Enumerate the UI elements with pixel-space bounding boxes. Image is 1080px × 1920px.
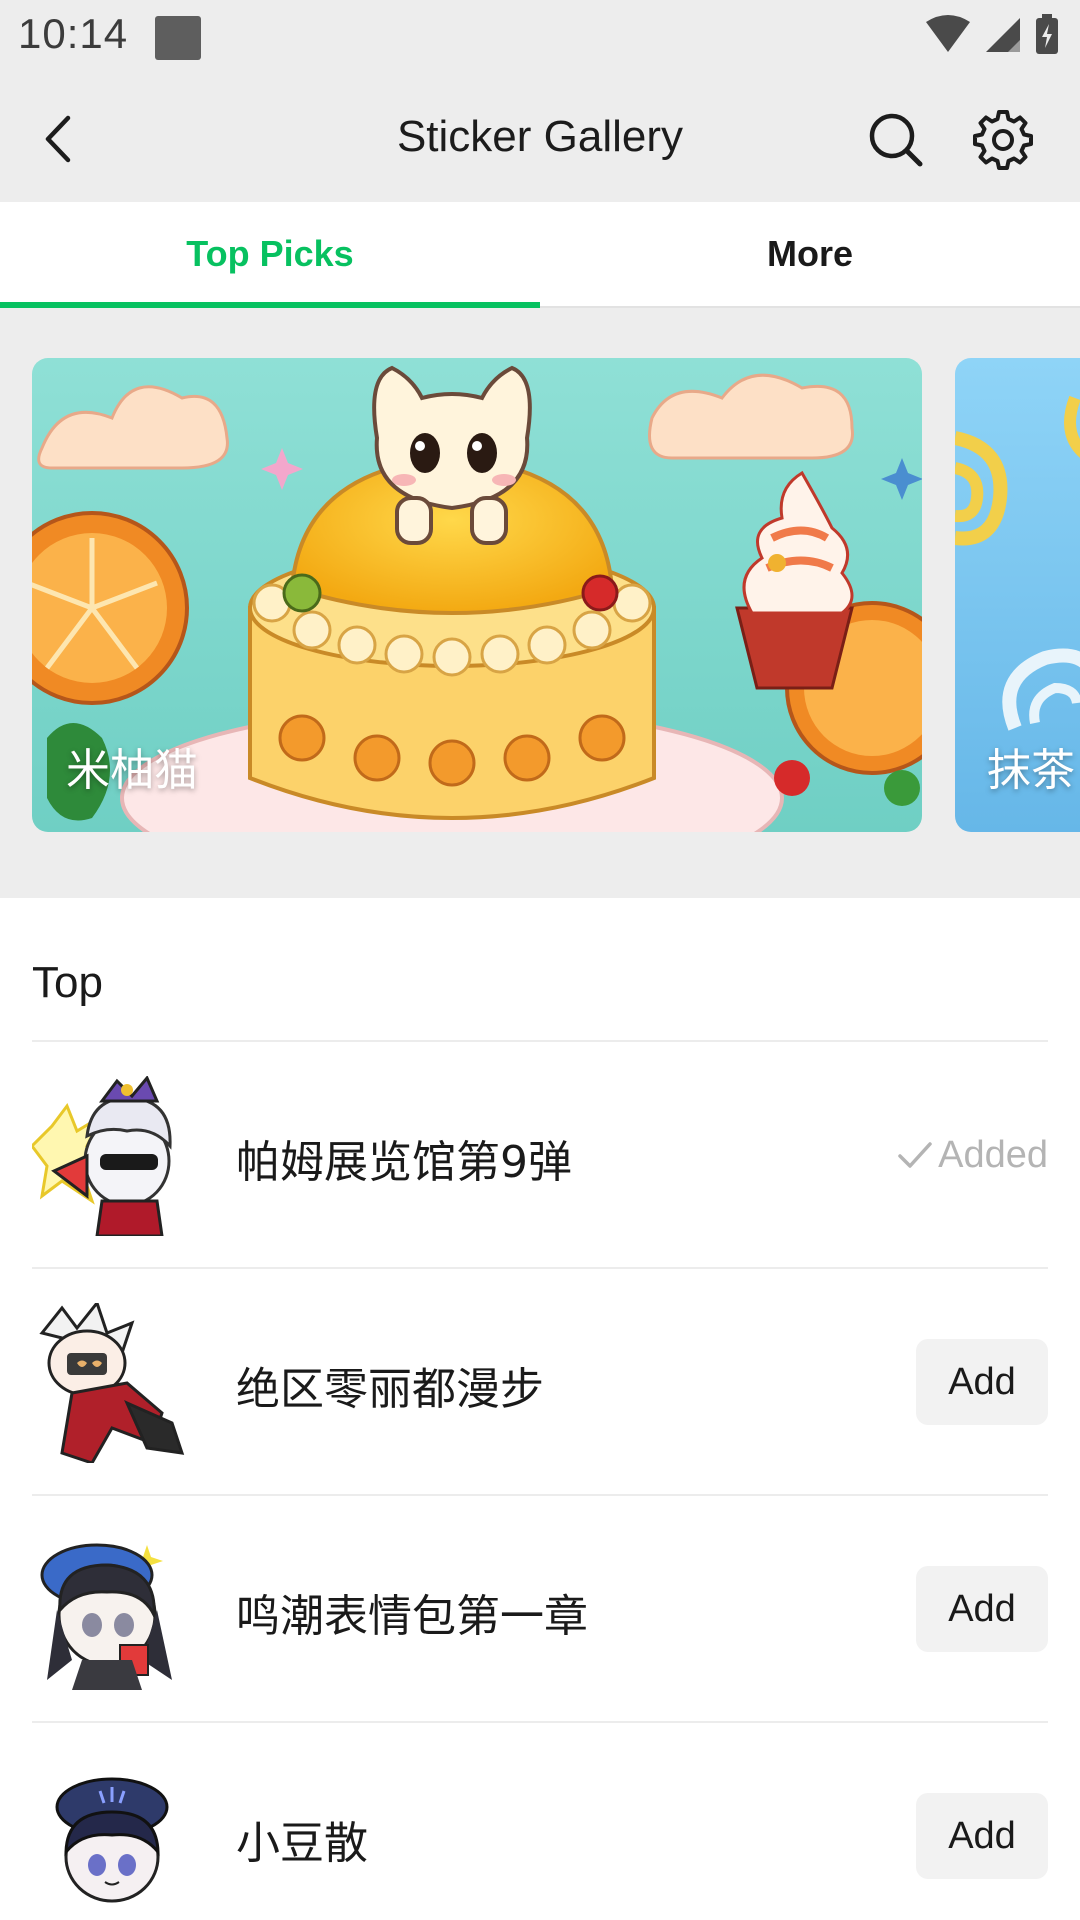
tab-bar: Top Picks More [0, 202, 1080, 308]
signal-icon [986, 18, 1020, 52]
checkmark-icon [898, 1142, 932, 1168]
list-item[interactable]: 绝区零丽都漫步 Add [0, 1269, 1080, 1496]
list-item[interactable]: 鸣潮表情包第一章 Add [0, 1496, 1080, 1723]
notification-icon [155, 16, 201, 60]
sticker-thumbnail [40, 1543, 172, 1690]
sticker-thumbnail [32, 1076, 172, 1236]
list-item[interactable]: 帕姆展览馆第9弹 Added [0, 1042, 1080, 1269]
sticker-name: 小豆散 [236, 1818, 368, 1869]
settings-button[interactable] [970, 106, 1036, 172]
banner-label: 米柚猫 [66, 745, 198, 796]
wifi-icon [926, 15, 970, 52]
added-label: Added [938, 1133, 1048, 1176]
search-button[interactable] [862, 106, 928, 172]
gear-icon [973, 110, 1033, 170]
sticker-name: 绝区零丽都漫步 [236, 1364, 544, 1415]
app-bar: Sticker Gallery [0, 76, 1080, 202]
banner-label: 抹茶 [987, 745, 1075, 796]
status-icons [926, 14, 1058, 54]
status-bar: 10:14 [0, 0, 1080, 76]
section-title: Top [32, 958, 103, 1007]
sticker-thumbnail [39, 1303, 185, 1463]
add-button[interactable]: Add [916, 1339, 1048, 1425]
battery-icon [1036, 14, 1058, 54]
added-status: Added [896, 1130, 1048, 1180]
sticker-name: 鸣潮表情包第一章 [236, 1591, 588, 1642]
tab-more[interactable]: More [540, 202, 1080, 306]
banner-card[interactable]: 抹茶 [955, 358, 1080, 832]
sticker-thumbnail [55, 1777, 169, 1903]
banner-carousel[interactable]: 米柚猫 抹茶 [0, 308, 1080, 898]
banner-card[interactable]: 米柚猫 [32, 358, 922, 832]
tab-top-picks[interactable]: Top Picks [0, 202, 540, 306]
list-item[interactable]: 小豆散 Add [0, 1723, 1080, 1920]
status-time: 10:14 [18, 10, 129, 57]
add-button[interactable]: Add [916, 1793, 1048, 1879]
sticker-name: 帕姆展览馆第9弹 [236, 1137, 572, 1188]
add-button[interactable]: Add [916, 1566, 1048, 1652]
sticker-list: 帕姆展览馆第9弹 Added 绝区零丽都漫步 Add 鸣潮表情包第一章 Add … [0, 1042, 1080, 1920]
search-icon [869, 113, 923, 167]
